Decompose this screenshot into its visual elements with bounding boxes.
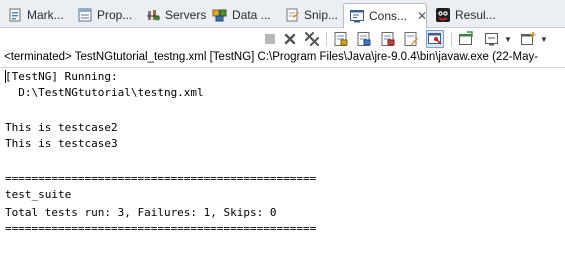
- markers-icon: [7, 7, 23, 23]
- tab-label: Mark...: [27, 8, 64, 22]
- console-line: [TestNG] Running:: [5, 70, 118, 83]
- console-line: This is testcase3: [5, 137, 118, 150]
- open-console-icon-main[interactable]: [484, 31, 500, 47]
- servers-icon: [145, 7, 161, 23]
- tab-console[interactable]: Cons... ✕: [343, 3, 427, 28]
- close-icon[interactable]: ✕: [417, 9, 427, 23]
- tab-testng-results[interactable]: Resul...: [430, 3, 500, 27]
- tab-markers[interactable]: Mark...: [2, 3, 64, 27]
- tab-label: Data ...: [232, 8, 271, 22]
- tab-label: Resul...: [455, 8, 496, 22]
- console-line: test_suite: [5, 188, 72, 201]
- clear-console-icon[interactable]: [403, 31, 419, 47]
- chevron-down-icon[interactable]: ▼: [540, 35, 548, 44]
- tab-properties[interactable]: Prop...: [72, 3, 136, 27]
- console-toolbar: ▼ ▼: [0, 28, 565, 50]
- console-line: D:\TestNGtutorial\testng.xml: [5, 86, 204, 99]
- launch-description: <terminated> TestNGtutorial_testng.xml […: [4, 51, 539, 63]
- chevron-down-icon[interactable]: ▼: [504, 35, 512, 44]
- open-console-icon[interactable]: [520, 31, 536, 47]
- remove-launch-icon[interactable]: [282, 31, 298, 47]
- tab-label: Prop...: [97, 8, 133, 22]
- console-icon: [349, 8, 365, 24]
- terminate-icon[interactable]: [262, 31, 278, 47]
- snippets-icon: [284, 7, 300, 23]
- tab-data-source-explorer[interactable]: Data ...: [207, 3, 279, 27]
- tab-label: Servers: [165, 8, 207, 22]
- display-selected-console-icon[interactable]: [458, 31, 474, 47]
- show-stderr-icon[interactable]: [380, 31, 396, 47]
- testng-results-icon: [435, 7, 451, 23]
- toolbar-separator: [451, 32, 452, 46]
- tab-snippets[interactable]: Snip...: [279, 3, 339, 27]
- console-line: This is testcase2: [5, 121, 118, 134]
- toolbar-separator: [326, 32, 327, 46]
- console-line: Total tests run: 3, Failures: 1, Skips: …: [5, 206, 277, 219]
- console-separator: ========================================…: [5, 172, 317, 185]
- scroll-lock-icon[interactable]: [333, 31, 349, 47]
- pin-console-icon[interactable]: [426, 30, 444, 48]
- data-source-explorer-icon: [212, 7, 228, 23]
- console-separator: ========================================…: [5, 222, 317, 235]
- tab-label: Cons...: [369, 9, 408, 23]
- tab-servers[interactable]: Servers: [140, 3, 208, 27]
- remove-all-terminated-icon[interactable]: [304, 31, 320, 47]
- tab-label: Snip...: [304, 8, 339, 22]
- properties-icon: [77, 7, 93, 23]
- show-stdout-icon[interactable]: [356, 31, 372, 47]
- console-view: Mark... Prop... Servers Data ... Snip...…: [0, 0, 565, 269]
- console-output[interactable]: [TestNG] Running: D:\TestNGtutorial\test…: [0, 67, 565, 269]
- view-tab-bar: Mark... Prop... Servers Data ... Snip...…: [0, 0, 565, 28]
